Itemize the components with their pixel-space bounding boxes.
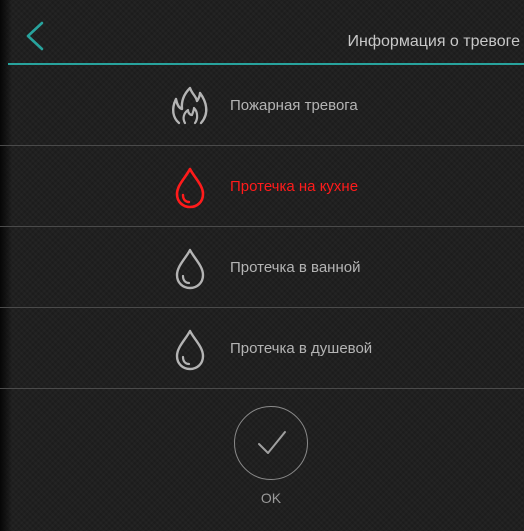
confirm-area: OK xyxy=(0,392,524,531)
alarm-label-fire: Пожарная тревога xyxy=(230,97,358,114)
back-button[interactable] xyxy=(22,20,50,52)
alarm-info-screen: Информация о тревоге Пожарная тревога Пр… xyxy=(0,0,524,531)
alarm-label-bathroom-leak: Протечка в ванной xyxy=(230,259,361,276)
page-title: Информация о тревоге xyxy=(347,33,520,50)
water-drop-icon xyxy=(175,248,205,290)
alarm-label-kitchen-leak: Протечка на кухне xyxy=(230,178,359,195)
header-bar: Информация о тревоге xyxy=(0,0,524,65)
alarm-list: Пожарная тревога Протечка на кухне Проте… xyxy=(0,65,524,389)
alarm-label-shower-leak: Протечка в душевой xyxy=(230,340,373,357)
ok-label: OK xyxy=(260,490,282,506)
water-drop-icon xyxy=(175,329,205,371)
chevron-left-icon xyxy=(26,21,44,51)
water-drop-icon xyxy=(175,167,205,209)
fire-icon xyxy=(171,86,208,125)
alarm-item-bathroom-leak[interactable]: Протечка в ванной xyxy=(0,227,524,308)
ok-button[interactable] xyxy=(234,406,308,480)
alarm-item-kitchen-leak[interactable]: Протечка на кухне xyxy=(0,146,524,227)
alarm-item-fire[interactable]: Пожарная тревога xyxy=(0,65,524,146)
checkmark-icon xyxy=(258,431,286,454)
alarm-item-shower-leak[interactable]: Протечка в душевой xyxy=(0,308,524,389)
